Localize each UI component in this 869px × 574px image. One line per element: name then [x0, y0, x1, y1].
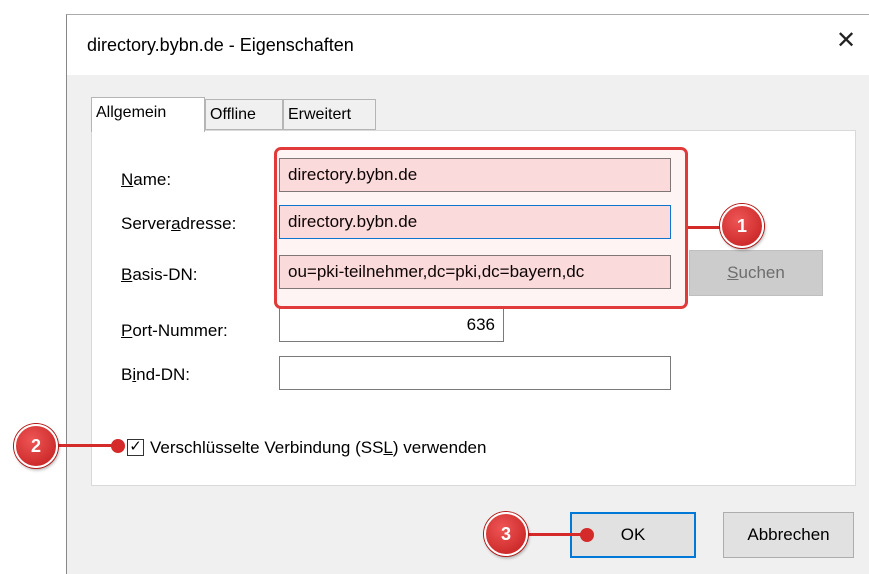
title-bar: directory.bybn.de - Eigenschaften ✕ — [67, 15, 869, 75]
cancel-button[interactable]: Abbrechen — [723, 512, 854, 558]
port-label: Port-Nummer: — [121, 321, 228, 340]
bind-dn-label: Bind-DN: — [121, 365, 190, 384]
tab-offline[interactable]: Offline — [205, 99, 283, 130]
port-field[interactable]: 636 — [279, 308, 504, 342]
tab-label: Offline — [210, 106, 256, 123]
annotation-dot-3 — [580, 528, 594, 542]
annotation-marker-3: 3 — [484, 512, 528, 556]
annotation-marker-1: 1 — [720, 204, 764, 248]
tab-label: Erweitert — [288, 106, 352, 123]
name-field[interactable]: directory.bybn.de — [279, 158, 671, 192]
window-title: directory.bybn.de - Eigenschaften — [87, 35, 354, 55]
base-dn-field[interactable]: ou=pki-teilnehmer,dc=pki,dc=bayern,dc — [279, 255, 671, 289]
annotation-marker-2: 2 — [14, 424, 58, 468]
base-dn-label: Basis-DN: — [121, 265, 198, 284]
tab-erweitert[interactable]: Erweitert — [283, 99, 376, 130]
tab-allgemein[interactable]: Allgemein — [91, 97, 205, 132]
annotation-line-3 — [526, 533, 586, 536]
ssl-checkbox[interactable]: ✓ — [127, 439, 144, 456]
ssl-checkbox-label[interactable]: Verschlüsselte Verbindung (SSL) verwende… — [150, 438, 486, 458]
annotation-dot-2 — [111, 439, 125, 453]
tab-label: Allgemein — [96, 104, 167, 121]
search-button[interactable]: Suchen — [689, 250, 823, 296]
name-label: Name: — [121, 170, 172, 189]
annotation-line-1 — [688, 226, 722, 229]
server-address-field[interactable]: directory.bybn.de — [279, 205, 671, 239]
close-icon[interactable]: ✕ — [823, 19, 869, 65]
server-address-label: Serveradresse: — [121, 214, 237, 233]
bind-dn-field[interactable] — [279, 356, 671, 390]
